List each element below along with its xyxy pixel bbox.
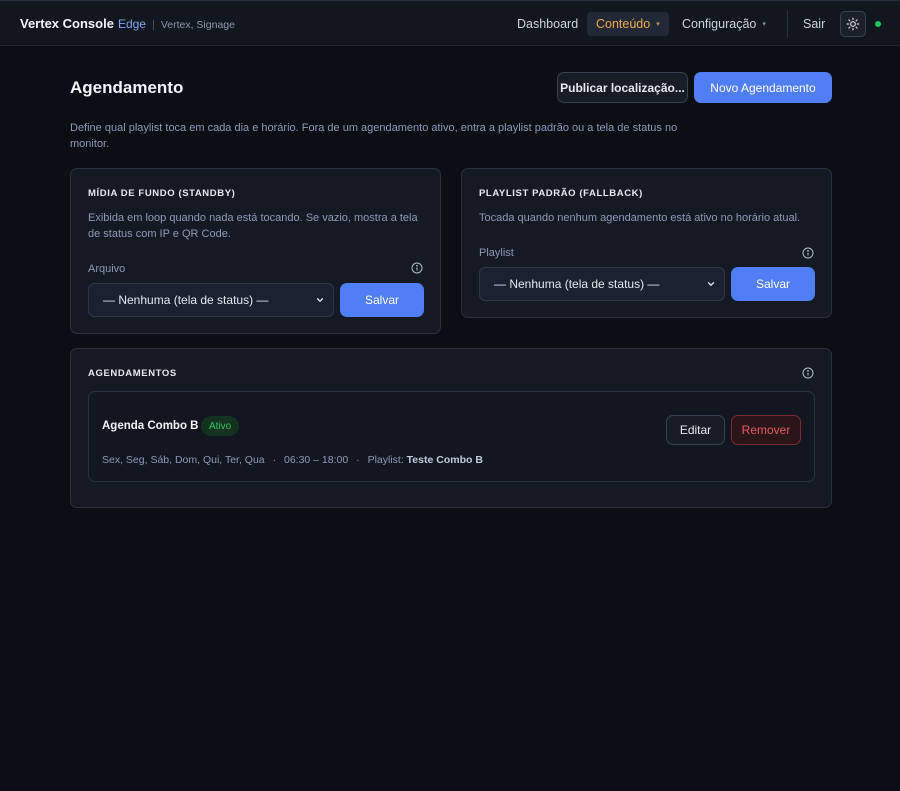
schedule-name: Agenda Combo B xyxy=(102,420,199,432)
fallback-card: PLAYLIST PADRÃO (FALLBACK) Tocada quando… xyxy=(461,168,832,318)
standby-card: MÍDIA DE FUNDO (STANDBY) Exibida em loop… xyxy=(70,168,441,334)
schedule-list-item: Agenda Combo B Ativo Sex, Seg, Sáb, Dom,… xyxy=(88,391,815,482)
sun-icon xyxy=(846,17,860,31)
standby-field-label: Arquivo xyxy=(88,263,126,275)
brand-edge: Edge xyxy=(117,17,146,31)
schedule-playlist-label: Playlist: xyxy=(367,454,404,466)
info-icon[interactable] xyxy=(411,262,423,274)
theme-toggle-button[interactable] xyxy=(840,11,866,37)
nav-dashboard[interactable]: Dashboard xyxy=(508,12,587,36)
standby-select-value: — Nenhuma (tela de status) — xyxy=(103,293,269,307)
nav-conteudo[interactable]: Conteúdo ▾ xyxy=(587,12,669,36)
standby-description: Exibida em loop quando nada está tocando… xyxy=(88,212,418,240)
brand-title: Vertex Console xyxy=(20,16,114,31)
nav-conteudo-label: Conteúdo xyxy=(596,17,651,31)
schedule-playlist-name: Teste Combo B xyxy=(406,454,483,466)
meta-separator: · xyxy=(356,454,360,466)
edit-button[interactable]: Editar xyxy=(666,415,725,445)
fallback-select-value: — Nenhuma (tela de status) — xyxy=(494,277,660,291)
remove-button[interactable]: Remover xyxy=(731,415,801,445)
nav-configuracao-label: Configuração xyxy=(682,17,757,31)
standby-heading: MÍDIA DE FUNDO (STANDBY) xyxy=(88,188,236,199)
logout-link[interactable]: Sair xyxy=(803,17,825,31)
publish-location-button[interactable]: Publicar localização... xyxy=(557,72,688,103)
info-icon[interactable] xyxy=(802,367,814,379)
fallback-description: Tocada quando nenhum agendamento está at… xyxy=(479,212,801,224)
chevron-down-icon xyxy=(316,298,324,302)
chevron-down-icon: ▾ xyxy=(762,21,766,28)
meta-separator: · xyxy=(272,454,277,466)
new-schedule-button[interactable]: Novo Agendamento xyxy=(694,72,832,103)
nav-divider xyxy=(787,10,788,38)
fallback-save-button[interactable]: Salvar xyxy=(731,267,815,301)
page-title: Agendamento xyxy=(70,78,184,97)
nav-dashboard-label: Dashboard xyxy=(517,17,579,31)
standby-save-button[interactable]: Salvar xyxy=(340,283,424,317)
top-bar: Vertex Console Edge | Vertex, Signage Da… xyxy=(0,0,900,46)
connection-status-dot xyxy=(875,21,881,27)
nav-configuracao[interactable]: Configuração ▾ xyxy=(673,12,775,36)
schedule-days: Sex, Seg, Sáb, Dom, Qui, Ter, Qua xyxy=(102,454,265,466)
schedules-card: AGENDAMENTOS Agenda Combo B Ativo Sex, S… xyxy=(70,348,832,508)
status-badge: Ativo xyxy=(201,416,240,436)
chevron-down-icon: ▾ xyxy=(656,21,660,28)
fallback-heading: PLAYLIST PADRÃO (FALLBACK) xyxy=(479,188,643,199)
brand-subtitle: Vertex, Signage xyxy=(160,19,235,31)
schedule-details: Sex, Seg, Sáb, Dom, Qui, Ter, Qua · 06:3… xyxy=(102,454,483,466)
brand[interactable]: Vertex Console Edge | Vertex, Signage xyxy=(20,16,235,31)
schedules-heading: AGENDAMENTOS xyxy=(88,368,177,379)
fallback-playlist-select[interactable]: — Nenhuma (tela de status) — xyxy=(479,267,725,301)
fallback-field-label: Playlist xyxy=(479,247,514,259)
schedule-time: 06:30 – 18:00 xyxy=(283,454,349,466)
page-description: Define qual playlist toca em cada dia e … xyxy=(70,122,678,150)
info-icon[interactable] xyxy=(802,247,814,259)
brand-separator: | xyxy=(151,19,155,31)
chevron-down-icon xyxy=(707,282,715,286)
standby-file-select[interactable]: — Nenhuma (tela de status) — xyxy=(88,283,334,317)
